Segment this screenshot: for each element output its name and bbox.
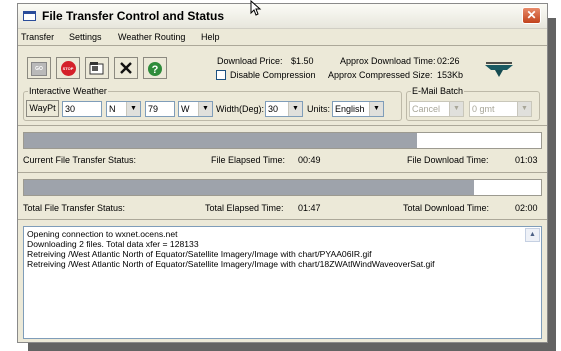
close-button[interactable]: ✕ bbox=[522, 7, 541, 24]
ocens-logo bbox=[485, 62, 513, 77]
window-title: File Transfer Control and Status bbox=[42, 9, 225, 23]
longitude-input[interactable]: 79 bbox=[145, 101, 175, 117]
current-file-progress-bar bbox=[23, 132, 542, 149]
menu-weather-routing[interactable]: Weather Routing bbox=[118, 32, 185, 42]
log-line: Downloading 2 files. Total data xfer = 1… bbox=[27, 239, 199, 249]
total-progress-bar bbox=[23, 179, 542, 196]
waypt-button[interactable]: WayPt bbox=[26, 100, 59, 117]
latitude-input[interactable]: 30 bbox=[62, 101, 102, 117]
menu-settings[interactable]: Settings bbox=[69, 32, 102, 42]
download-price-label: Download Price: bbox=[217, 56, 283, 66]
help-icon: ? bbox=[148, 62, 162, 76]
approx-download-time-value: 02:26 bbox=[437, 56, 460, 66]
total-progress-fill bbox=[24, 180, 474, 195]
disable-compression-checkbox[interactable] bbox=[216, 70, 226, 80]
current-file-progress-fill bbox=[24, 133, 417, 148]
section-divider bbox=[18, 219, 547, 220]
cancel-transfer-button[interactable] bbox=[114, 57, 138, 79]
go-icon: GO bbox=[31, 62, 47, 76]
log-line: Retreiving /West Atlantic North of Equat… bbox=[27, 259, 435, 269]
help-button[interactable]: ? bbox=[143, 57, 167, 79]
total-file-status-label: Total File Transfer Status: bbox=[23, 203, 126, 213]
disable-compression-label: Disable Compression bbox=[230, 70, 316, 80]
units-value: English bbox=[335, 104, 365, 114]
width-deg-value: 30 bbox=[268, 104, 279, 114]
interactive-weather-legend: Interactive Weather bbox=[28, 86, 108, 96]
latitude-direction-value: N bbox=[109, 104, 116, 114]
file-download-time-label: File Download Time: bbox=[407, 155, 489, 165]
units-label: Units: bbox=[307, 104, 331, 114]
menu-divider bbox=[18, 45, 547, 46]
chevron-down-icon: ▼ bbox=[449, 102, 463, 116]
email-gmt-select[interactable]: 0 gmt ▼ bbox=[469, 101, 532, 117]
chevron-down-icon: ▼ bbox=[288, 102, 302, 116]
approx-compressed-size-value: 153Kb bbox=[437, 70, 464, 80]
mouse-cursor-icon bbox=[250, 0, 262, 16]
properties-button[interactable] bbox=[85, 57, 109, 79]
width-deg-label: Width(Deg): bbox=[216, 104, 265, 114]
total-elapsed-time-value: 01:47 bbox=[298, 203, 321, 213]
current-file-status-label: Current File Transfer Status: bbox=[23, 155, 137, 165]
window-icon bbox=[23, 11, 36, 21]
menu-bar: Transfer Settings Weather Routing Help bbox=[18, 29, 547, 45]
longitude-direction-select[interactable]: W ▼ bbox=[178, 101, 213, 117]
longitude-direction-value: W bbox=[181, 104, 190, 114]
approx-compressed-size-label: Approx Compressed Size: bbox=[328, 70, 433, 80]
total-elapsed-time-label: Total Elapsed Time: bbox=[205, 203, 284, 213]
file-download-time-value: 01:03 bbox=[515, 155, 538, 165]
chevron-down-icon: ▼ bbox=[198, 102, 212, 116]
email-gmt-value: 0 gmt bbox=[472, 104, 495, 114]
stop-icon: STOP bbox=[60, 61, 76, 76]
file-transfer-window: File Transfer Control and Status ✕ Trans… bbox=[17, 3, 548, 343]
scroll-up-arrow-icon[interactable]: ▲ bbox=[525, 228, 540, 242]
menu-transfer[interactable]: Transfer bbox=[21, 32, 54, 42]
file-elapsed-time-value: 00:49 bbox=[298, 155, 321, 165]
svg-text:?: ? bbox=[152, 64, 159, 76]
latitude-direction-select[interactable]: N ▼ bbox=[106, 101, 141, 117]
approx-download-time-label: Approx Download Time: bbox=[340, 56, 436, 66]
download-price-value: $1.50 bbox=[291, 56, 314, 66]
log-line: Retreiving /West Atlantic North of Equat… bbox=[27, 249, 372, 259]
section-divider bbox=[18, 172, 547, 173]
width-deg-select[interactable]: 30 ▼ bbox=[265, 101, 303, 117]
properties-icon bbox=[89, 62, 104, 75]
total-download-time-value: 02:00 bbox=[515, 203, 538, 213]
stop-button[interactable]: STOP bbox=[56, 57, 80, 79]
log-line: Opening connection to wxnet.ocens.net bbox=[27, 229, 178, 239]
transfer-log[interactable]: Opening connection to wxnet.ocens.net Do… bbox=[23, 226, 542, 339]
email-batch-legend: E-Mail Batch bbox=[411, 86, 465, 96]
section-divider bbox=[18, 125, 547, 126]
units-select[interactable]: English ▼ bbox=[332, 101, 384, 117]
chevron-down-icon: ▼ bbox=[369, 102, 383, 116]
title-bar[interactable]: File Transfer Control and Status ✕ bbox=[18, 4, 547, 29]
total-download-time-label: Total Download Time: bbox=[403, 203, 490, 213]
go-button[interactable]: GO bbox=[27, 57, 51, 79]
chevron-down-icon: ▼ bbox=[126, 102, 140, 116]
email-cancel-value: Cancel bbox=[412, 104, 441, 114]
file-elapsed-time-label: File Elapsed Time: bbox=[211, 155, 286, 165]
email-cancel-select[interactable]: Cancel ▼ bbox=[409, 101, 464, 117]
cancel-x-icon bbox=[120, 62, 132, 74]
menu-help[interactable]: Help bbox=[201, 32, 220, 42]
chevron-down-icon: ▼ bbox=[517, 102, 531, 116]
